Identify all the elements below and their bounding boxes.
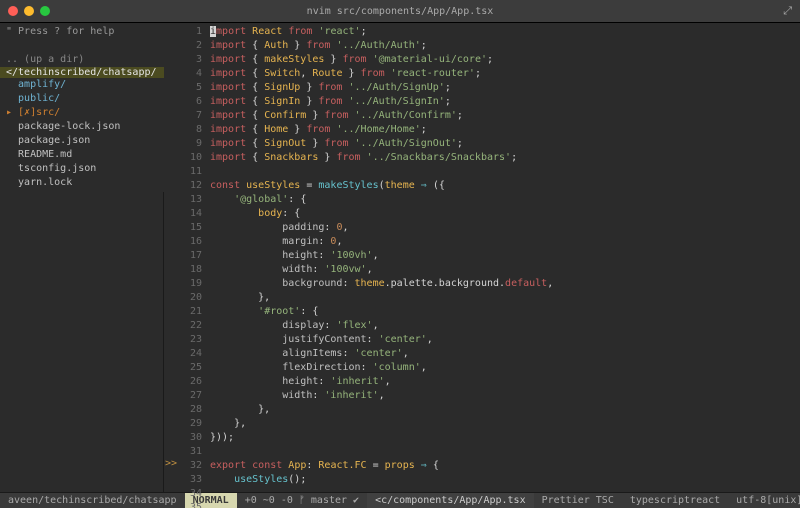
editor-pane[interactable]: import React from 'react';import { Auth …: [206, 23, 800, 492]
code-line[interactable]: alignItems: 'center',: [206, 347, 800, 361]
code-line[interactable]: import React from 'react';: [206, 25, 800, 39]
code-line[interactable]: import { Confirm } from '../Auth/Confirm…: [206, 109, 800, 123]
code-line[interactable]: import { Home } from '../Home/Home';: [206, 123, 800, 137]
tree-item[interactable]: yarn.lock: [0, 176, 164, 190]
workspace: " Press ? for help .. (up a dir) </techi…: [0, 22, 800, 492]
current-path: </techinscribed/chatsapp/: [0, 67, 164, 78]
tree-item[interactable]: amplify/: [0, 78, 164, 92]
code-line[interactable]: },: [206, 417, 800, 431]
statusbar: aveen/techinscribed/chatsapp NORMAL +0 ~…: [0, 492, 800, 508]
code-line[interactable]: height: 'inherit',: [206, 375, 800, 389]
help-hint: " Press ? for help: [0, 25, 164, 39]
status-git: +0 ~0 -0 ᚠ master ✔: [237, 493, 367, 508]
status-file: <c/components/App/App.tsx: [367, 493, 534, 508]
tree-item[interactable]: README.md: [0, 148, 164, 162]
status-prettier: Prettier TSC: [534, 493, 622, 508]
code-line[interactable]: }));: [206, 431, 800, 445]
code-line[interactable]: },: [206, 291, 800, 305]
code-line[interactable]: [206, 487, 800, 492]
code-line[interactable]: margin: 0,: [206, 235, 800, 249]
code-line[interactable]: width: '100vw',: [206, 263, 800, 277]
code-line[interactable]: width: 'inherit',: [206, 389, 800, 403]
code-line[interactable]: display: 'flex',: [206, 319, 800, 333]
code-line[interactable]: useStyles();: [206, 473, 800, 487]
code-line[interactable]: import { makeStyles } from '@material-ui…: [206, 53, 800, 67]
code-line[interactable]: import { Auth } from '../Auth/Auth';: [206, 39, 800, 53]
code-line[interactable]: import { SignOut } from '../Auth/SignOut…: [206, 137, 800, 151]
code-line[interactable]: padding: 0,: [206, 221, 800, 235]
code-line[interactable]: '@global': {: [206, 193, 800, 207]
window-title: nvim src/components/App/App.tsx: [0, 6, 800, 17]
code-line[interactable]: import { SignUp } from '../Auth/SignUp';: [206, 81, 800, 95]
code-line[interactable]: '#root': {: [206, 305, 800, 319]
tree-item[interactable]: tsconfig.json: [0, 162, 164, 176]
status-filetype: typescriptreact: [622, 493, 728, 508]
code-line[interactable]: height: '100vh',: [206, 249, 800, 263]
line-gutter: 1234567891011121314151617181920212223242…: [178, 23, 206, 492]
sign-column: >>: [164, 23, 178, 492]
code-line[interactable]: flexDirection: 'column',: [206, 361, 800, 375]
code-line[interactable]: export const App: React.FC = props ⇒ {: [206, 459, 800, 473]
code-line[interactable]: body: {: [206, 207, 800, 221]
code-line[interactable]: import { Switch, Route } from 'react-rou…: [206, 67, 800, 81]
code-line[interactable]: import { Snackbars } from '../Snackbars/…: [206, 151, 800, 165]
up-dir[interactable]: .. (up a dir): [0, 53, 164, 67]
status-encoding: utf-8[unix]: [728, 493, 800, 508]
code-line[interactable]: const useStyles = makeStyles(theme ⇒ ({: [206, 179, 800, 193]
file-tree[interactable]: " Press ? for help .. (up a dir) </techi…: [0, 23, 164, 192]
tree-item[interactable]: package-lock.json: [0, 120, 164, 134]
tree-item[interactable]: package.json: [0, 134, 164, 148]
code-line[interactable]: },: [206, 403, 800, 417]
code-line[interactable]: background: theme.palette.background.def…: [206, 277, 800, 291]
code-line[interactable]: [206, 165, 800, 179]
status-cwd: aveen/techinscribed/chatsapp: [0, 493, 185, 508]
code-line[interactable]: import { SignIn } from '../Auth/SignIn';: [206, 95, 800, 109]
code-line[interactable]: justifyContent: 'center',: [206, 333, 800, 347]
tree-item[interactable]: public/: [0, 92, 164, 106]
titlebar: nvim src/components/App/App.tsx ⤢: [0, 0, 800, 22]
tree-item[interactable]: ▸ [✗]src/: [0, 106, 164, 120]
blank: [0, 39, 164, 53]
code-line[interactable]: [206, 445, 800, 459]
maximize-icon[interactable]: ⤢: [783, 4, 792, 18]
